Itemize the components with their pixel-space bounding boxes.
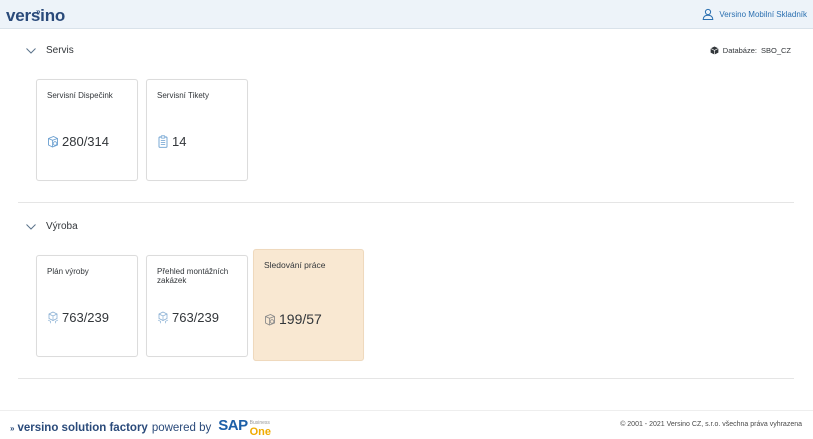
sap-business-one-logo: SAP Business One (218, 417, 272, 438)
logo-chevron-mark: » (36, 7, 41, 16)
user-menu[interactable]: Versino Mobilní Skladník (702, 8, 807, 20)
brand-chevron-mark: » (10, 423, 15, 433)
section-divider (18, 202, 794, 203)
tile-plan-vyroby[interactable]: Plán výroby 763/239 (36, 255, 138, 357)
copyright: © 2001 - 2021 Versino CZ, s.r.o. všechna… (620, 421, 802, 428)
tile-kpi: 763/239 (47, 311, 109, 324)
footer: » versino solution factory powered by SA… (0, 410, 813, 439)
cubes-icon (47, 311, 59, 324)
tile-kpi: 280/314 (47, 135, 109, 148)
user-name: Versino Mobilní Skladník (719, 9, 807, 19)
tile-value: 763/239 (172, 310, 219, 325)
user-icon (703, 8, 714, 20)
tile-servisni-tikety[interactable]: Servisní Tikety 14 (146, 79, 248, 181)
sap-suffix: Business One (249, 419, 272, 438)
sap-text: SAP (218, 417, 248, 434)
tile-value: 763/239 (62, 310, 109, 325)
box-refresh-icon (48, 136, 58, 148)
database-label: Databáze: (722, 46, 757, 55)
brand-powered-by: powered by (151, 422, 212, 434)
tile-title: Plán výroby (47, 267, 89, 276)
tile-kpi: 199/57 (264, 311, 322, 327)
tile-title: Přehled montážních zakázek (157, 267, 229, 285)
tile-prehled-montaznich-zakazek[interactable]: Přehled montážních zakázek 763/239 (146, 255, 248, 357)
footer-brand: » versino solution factory powered by SA… (10, 417, 272, 438)
tile-value: 199/57 (279, 311, 322, 327)
tile-title: Servisní Tikety (157, 91, 210, 100)
section-header-vyroba[interactable]: Výroba (26, 221, 78, 232)
section-divider (18, 378, 794, 379)
tile-kpi: 14 (157, 135, 186, 148)
database-cube-icon (710, 46, 719, 55)
tile-value: 14 (172, 134, 187, 149)
tile-value: 280/314 (62, 134, 109, 149)
section-title: Servis (46, 45, 74, 56)
database-value: SBO_CZ (760, 46, 791, 55)
tile-servisni-dispecink[interactable]: Servisní Dispečink 280/314 (36, 79, 138, 181)
tile-kpi: 763/239 (157, 311, 219, 324)
versino-logo[interactable]: » versino (6, 6, 65, 26)
database-indicator: Databáze: SBO_CZ (710, 46, 791, 55)
section-title: Výroba (46, 221, 78, 232)
chevron-down-icon[interactable] (26, 47, 36, 54)
cubes-icon (157, 311, 169, 324)
brand-name: versino solution factory (17, 422, 148, 434)
box-refresh-icon (265, 314, 275, 326)
chevron-down-icon[interactable] (26, 223, 36, 230)
tile-sledovani-prace[interactable]: Sledování práce 199/57 (253, 249, 364, 361)
sap-one: One (249, 426, 272, 438)
section-header-servis[interactable]: Servis (26, 45, 74, 56)
shell-bar: » versino Versino Mobilní Skladník (0, 0, 813, 29)
clipboard-icon (158, 135, 168, 148)
tile-title: Servisní Dispečink (47, 91, 113, 100)
tile-title: Sledování práce (264, 260, 326, 270)
